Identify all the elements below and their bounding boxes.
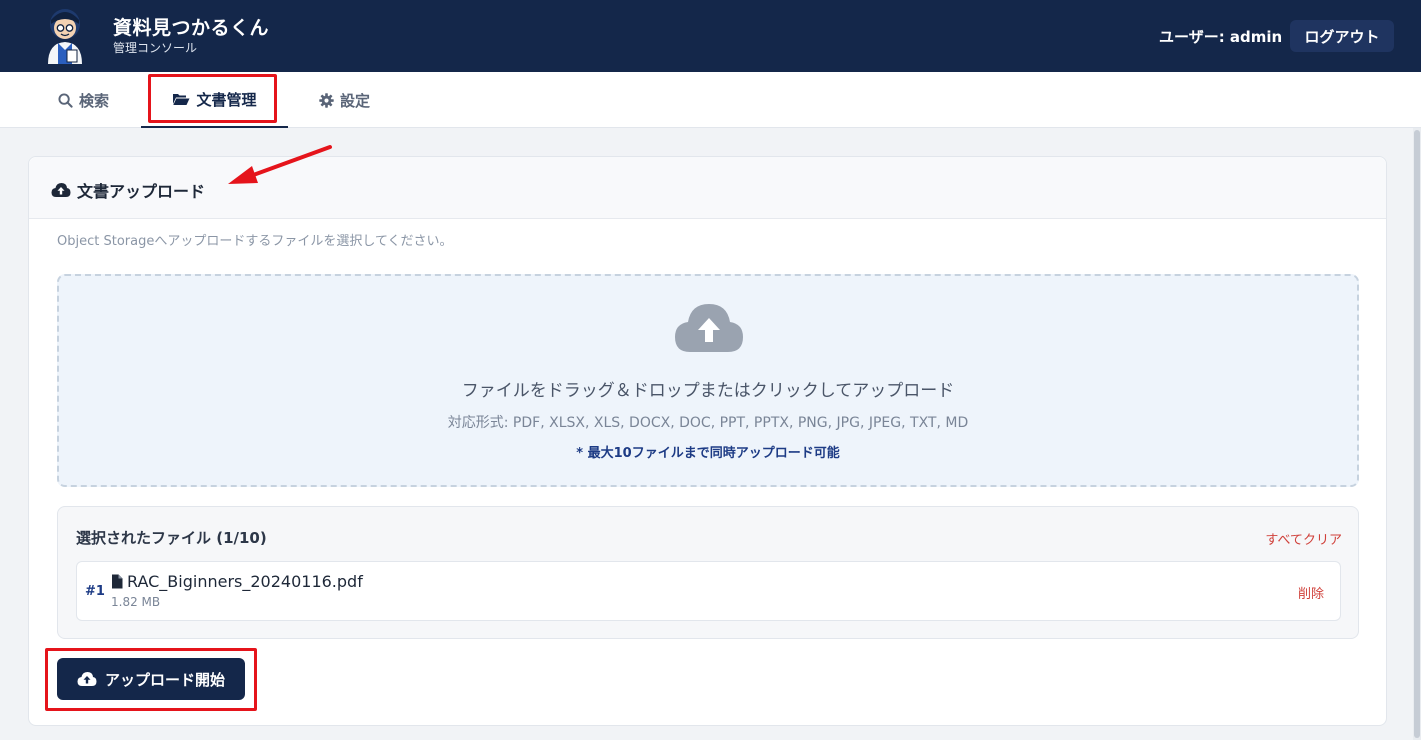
search-icon	[58, 92, 73, 108]
cloud-upload-icon	[51, 183, 71, 197]
tab-search[interactable]: 検索	[58, 72, 109, 128]
cloud-upload-icon	[675, 304, 743, 352]
gear-icon	[319, 92, 334, 108]
upload-description: Object Storageへアップロードするファイルを選択してください。	[57, 234, 453, 249]
tab-settings[interactable]: 設定	[319, 72, 370, 128]
brand: 資料見つかるくん 管理コンソール	[113, 16, 269, 56]
upload-card: 文書アップロード Object Storageへアップロードするファイルを選択し…	[28, 156, 1387, 726]
selected-files-panel: 選択されたファイル (1/10) すべてクリア #1 RAC_Biginners…	[57, 506, 1359, 639]
mascot-logo	[48, 9, 82, 64]
delete-file-button[interactable]: 削除	[1298, 583, 1324, 602]
tab-settings-label: 設定	[340, 91, 371, 110]
dropzone-instruction: ファイルをドラッグ＆ドロップまたはクリックしてアップロード	[461, 381, 955, 401]
app-title: 資料見つかるくん	[113, 17, 270, 39]
start-upload-label: アップロード開始	[104, 670, 225, 689]
logout-button[interactable]: ログアウト	[1290, 20, 1394, 52]
file-icon	[112, 574, 123, 589]
tab-document-management-label: 文書管理	[196, 90, 257, 109]
selected-files-title: 選択されたファイル (1/10)	[76, 529, 267, 547]
file-dropzone[interactable]: ファイルをドラッグ＆ドロップまたはクリックしてアップロード 対応形式: PDF,…	[57, 274, 1359, 487]
app-header: 資料見つかるくん 管理コンソール ユーザー: admin ログアウト	[0, 0, 1421, 72]
upload-limit-note: * 最大10ファイルまで同時アップロード可能	[576, 446, 840, 461]
file-size: 1.82 MB	[111, 595, 161, 609]
file-list-item: #1 RAC_Biginners_20240116.pdf 1.82 MB 削除	[76, 561, 1341, 621]
start-upload-button[interactable]: アップロード開始	[57, 658, 245, 700]
card-title-text: 文書アップロード	[77, 182, 206, 201]
app-subtitle: 管理コンソール	[113, 41, 198, 55]
file-name-text: RAC_Biginners_20240116.pdf	[127, 572, 363, 591]
card-title: 文書アップロード	[51, 178, 205, 202]
file-name: RAC_Biginners_20240116.pdf	[111, 572, 363, 591]
current-user-label: ユーザー: admin	[1159, 28, 1283, 46]
tab-search-label: 検索	[79, 91, 110, 110]
scrollbar-thumb[interactable]	[1414, 130, 1420, 738]
tab-bar: 検索 文書管理 設定	[0, 72, 1421, 128]
folder-open-icon	[173, 94, 190, 105]
tab-document-management[interactable]: 文書管理	[141, 72, 288, 128]
file-index: #1	[85, 584, 105, 599]
card-header: 文書アップロード	[29, 157, 1386, 219]
clear-all-button[interactable]: すべてクリア	[1265, 529, 1342, 548]
supported-formats: 対応形式: PDF, XLSX, XLS, DOCX, DOC, PPT, PP…	[447, 415, 969, 431]
cloud-upload-icon	[77, 672, 97, 686]
